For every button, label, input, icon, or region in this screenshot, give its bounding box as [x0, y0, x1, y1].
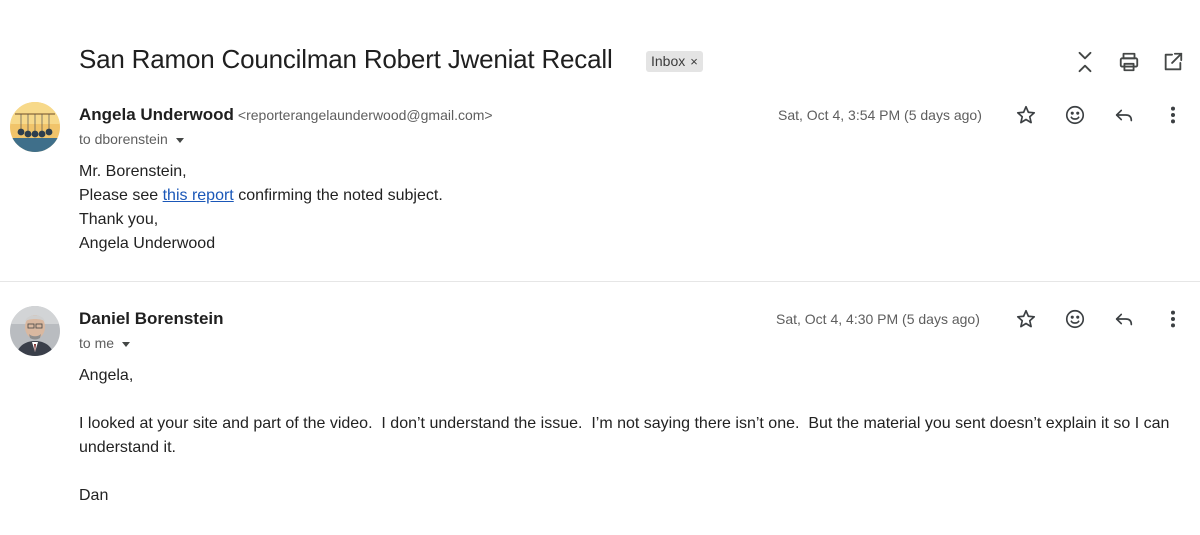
chevron-down-icon[interactable] — [122, 341, 131, 347]
more-options-icon[interactable] — [1159, 101, 1187, 129]
sender-line: Angela Underwood <reporterangelaunderwood… — [79, 105, 493, 125]
message-actions — [1010, 101, 1190, 131]
recipient-line[interactable]: to me — [79, 335, 131, 351]
body-signature: Dan — [79, 487, 109, 504]
star-icon[interactable] — [1012, 101, 1040, 129]
star-icon[interactable] — [1012, 305, 1040, 333]
body-text-before-link: Please see — [79, 187, 163, 204]
recipient-text: to me — [79, 335, 115, 351]
emoji-reaction-icon[interactable] — [1061, 101, 1089, 129]
newtons-cradle-avatar-icon — [10, 102, 60, 152]
body-greeting: Angela, — [79, 367, 134, 384]
profile-photo-avatar-icon — [10, 306, 60, 356]
message-body: Angela, I looked at your site and part o… — [79, 364, 1179, 508]
sender-name[interactable]: Daniel Borenstein — [79, 309, 224, 328]
sender-line: Daniel Borenstein — [79, 309, 224, 329]
chevron-down-icon[interactable] — [175, 137, 184, 143]
body-paragraph: I looked at your site and part of the vi… — [79, 415, 1174, 456]
recipient-text: to dborenstein — [79, 131, 168, 147]
sender-email[interactable]: <reporterangelaunderwood@gmail.com> — [238, 107, 493, 123]
emoji-reaction-icon[interactable] — [1061, 305, 1089, 333]
sender-name[interactable]: Angela Underwood — [79, 105, 234, 124]
body-closing: Thank you, — [79, 211, 159, 228]
report-link[interactable]: this report — [163, 187, 234, 204]
message-1: Angela Underwood <reporterangelaunderwood… — [0, 0, 1200, 281]
message-date: Sat, Oct 4, 4:30 PM (5 days ago) — [776, 311, 980, 327]
body-greeting: Mr. Borenstein, — [79, 163, 187, 180]
recipient-line[interactable]: to dborenstein — [79, 131, 184, 147]
reply-icon[interactable] — [1110, 101, 1138, 129]
avatar[interactable] — [10, 102, 60, 152]
more-options-icon[interactable] — [1159, 305, 1187, 333]
message-body: Mr. Borenstein, Please see this report c… — [79, 160, 1179, 256]
body-signature: Angela Underwood — [79, 235, 216, 252]
avatar[interactable] — [10, 306, 60, 356]
reply-icon[interactable] — [1110, 305, 1138, 333]
message-date: Sat, Oct 4, 3:54 PM (5 days ago) — [778, 107, 982, 123]
message-actions — [1010, 305, 1190, 335]
body-text-after-link: confirming the noted subject. — [233, 187, 443, 204]
body-line: Please see this report confirming the no… — [79, 184, 1179, 208]
message-2: Daniel Borenstein to me Sat, Oct 4, 4:30… — [0, 282, 1200, 535]
